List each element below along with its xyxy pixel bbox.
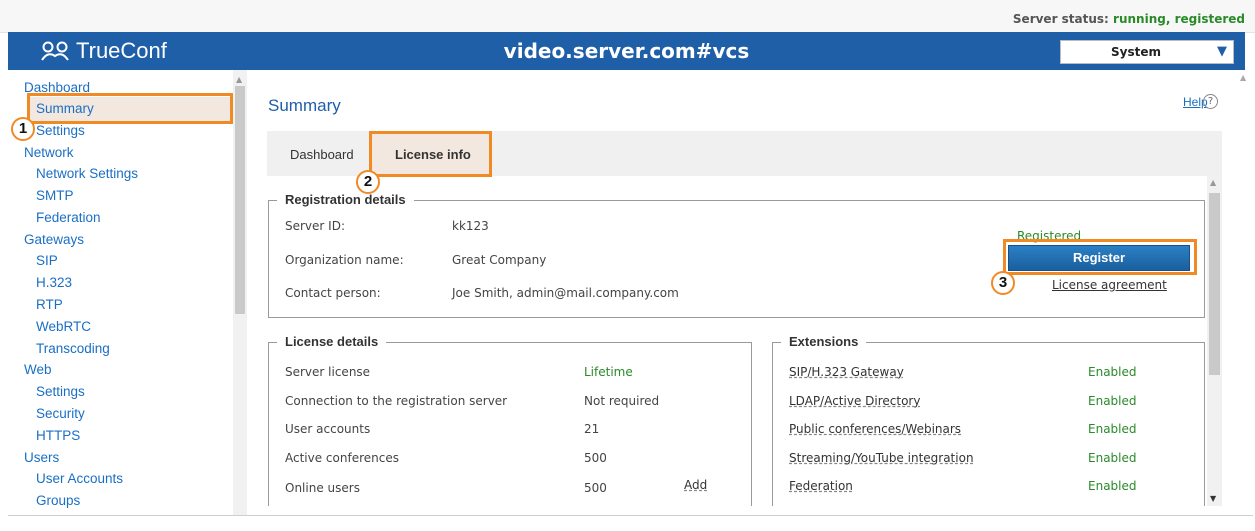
scroll-up-icon[interactable]: ▲ [236,75,242,84]
server-id-value: kk123 [452,219,489,233]
annotation-badge: 1 [11,117,35,141]
extension-link[interactable]: Streaming/YouTube integration [789,451,974,465]
annotation-badge: 2 [356,170,380,194]
server-status-value: running, registered [1113,12,1245,26]
scroll-down-icon[interactable]: ▼ [1210,494,1216,503]
sidebar-item-smtp[interactable]: SMTP [36,188,74,203]
sidebar-item-network[interactable]: Network [24,145,74,160]
sidebar-item-users[interactable]: Users [24,450,59,465]
highlight-summary [27,93,233,124]
license-row-value: Lifetime [584,365,633,379]
sidebar-item-settings[interactable]: Settings [36,123,85,138]
organization-name-label: Organization name: [285,253,404,267]
sidebar-item-web-settings[interactable]: Settings [36,384,85,399]
sidebar: Dashboard Summary Settings Network Netwo… [8,70,233,515]
organization-name-value: Great Company [452,253,547,267]
dropdown-arrow-icon: ▼ [1217,44,1227,59]
license-details-legend: License details [277,334,387,349]
license-row-value: 21 [584,422,600,436]
registration-details-legend: Registration details [277,192,414,207]
scroll-up-icon[interactable]: ▲ [1240,73,1246,82]
license-row-value: 500 [584,451,607,465]
sidebar-item-rtp[interactable]: RTP [36,297,63,312]
sidebar-item-https[interactable]: HTTPS [36,428,80,443]
help-icon[interactable]: ? [1203,94,1218,109]
license-row-label: Active conferences [285,451,399,465]
sidebar-item-network-settings[interactable]: Network Settings [36,166,138,181]
license-agreement-link[interactable]: License agreement [1052,278,1167,292]
system-select[interactable]: System ▼ [1060,40,1234,64]
extension-status: Enabled [1088,365,1137,379]
bottom-divider [8,515,1253,516]
extension-link[interactable]: LDAP/Active Directory [789,394,920,408]
tab-dashboard[interactable]: Dashboard [290,147,354,162]
sidebar-scrollbar-thumb[interactable] [235,86,245,314]
page-scrollbar[interactable] [1238,70,1250,515]
sidebar-item-transcoding[interactable]: Transcoding [36,341,110,356]
extensions-legend: Extensions [781,334,867,349]
app-header: TrueConf video.server.com#vcs System ▼ [8,32,1245,70]
server-status: Server status: running, registered [1013,12,1245,26]
sidebar-item-security[interactable]: Security [36,406,85,421]
extension-status: Enabled [1088,479,1137,493]
contact-person-value: Joe Smith, admin@mail.company.com [452,286,679,300]
license-row-value: Not required [584,394,660,408]
highlight-license-tab [369,131,492,177]
annotation-badge: 3 [991,271,1015,295]
sidebar-item-federation[interactable]: Federation [36,210,101,225]
add-online-users-link[interactable]: Add [684,478,707,492]
license-row-label: Online users [285,481,360,495]
sidebar-item-user-accounts[interactable]: User Accounts [36,471,123,486]
sidebar-item-webrtc[interactable]: WebRTC [36,319,91,334]
extension-link[interactable]: Public conferences/Webinars [789,422,961,436]
sidebar-item-sip[interactable]: SIP [36,253,58,268]
system-select-value: System [1111,45,1161,59]
panel-scrollbar-thumb[interactable] [1209,193,1220,375]
extension-status: Enabled [1088,422,1137,436]
page-title: Summary [268,96,341,115]
license-row-label: Connection to the registration server [285,394,508,408]
sidebar-item-web[interactable]: Web [24,362,52,377]
sidebar-item-groups[interactable]: Groups [36,493,80,508]
license-row-value: 500 [584,481,607,495]
license-row-label: User accounts [285,422,371,436]
sidebar-item-h323[interactable]: H.323 [36,275,72,290]
extension-status: Enabled [1088,451,1137,465]
contact-person-label: Contact person: [285,286,381,300]
license-row-label: Server license [285,365,371,379]
extension-status: Enabled [1088,394,1137,408]
scroll-up-icon[interactable]: ▲ [1210,178,1216,187]
server-id-label: Server ID: [285,219,345,233]
highlight-register-button [1003,239,1197,275]
sidebar-item-gateways[interactable]: Gateways [24,232,84,247]
server-status-label: Server status: [1012,12,1114,26]
license-info-panel: Registration details Server ID: kk123 Or… [267,176,1207,506]
extension-link[interactable]: Federation [789,479,853,493]
extension-link[interactable]: SIP/H.323 Gateway [789,365,904,379]
